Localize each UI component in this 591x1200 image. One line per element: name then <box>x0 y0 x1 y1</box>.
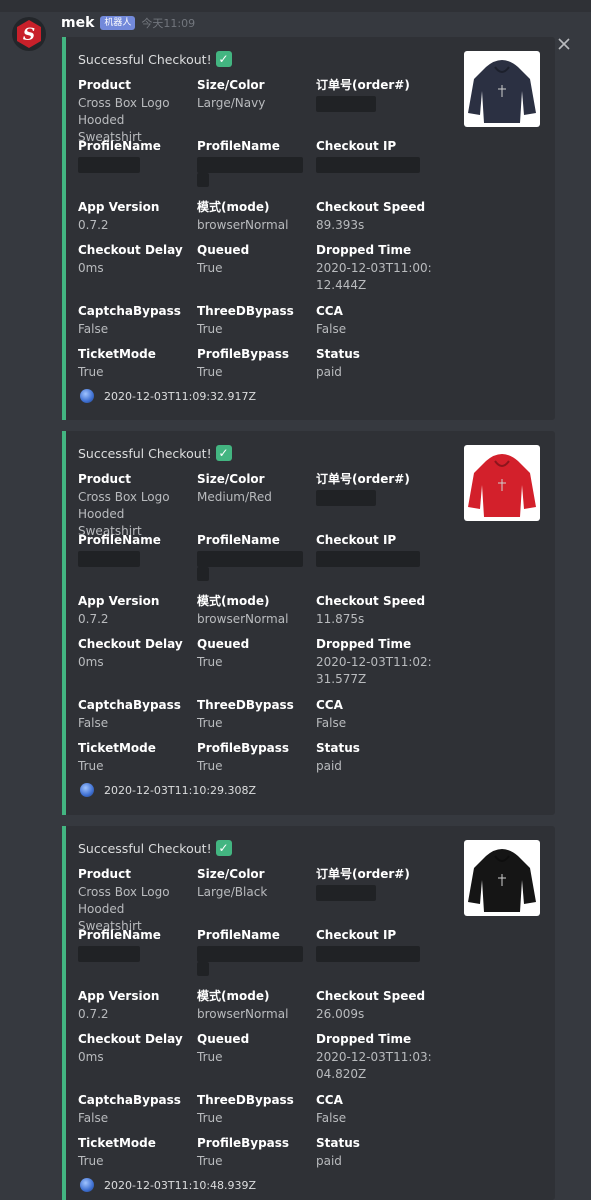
field-cca: CCA False <box>316 1093 347 1125</box>
field-size-color: Size/Color Large/Black <box>197 867 268 899</box>
redacted-profile-2b <box>197 962 209 976</box>
field-ticket-mode: TicketMode True <box>78 741 156 773</box>
embed-card: Successful Checkout! ✓ Product Cross Box… <box>62 431 555 815</box>
check-icon: ✓ <box>215 840 232 856</box>
field-dropped-time: Dropped Time 2020-12-03T11:00:12.444Z <box>316 243 432 292</box>
footer-globe-icon <box>80 389 94 403</box>
redacted-ip <box>316 157 420 173</box>
field-captcha-bypass: CaptchaBypass False <box>78 304 181 336</box>
field-status: Status paid <box>316 741 360 773</box>
field-size-color: Size/Color Medium/Red <box>197 472 272 504</box>
field-dropped-time: Dropped Time 2020-12-03T11:02:31.577Z <box>316 637 432 686</box>
check-icon: ✓ <box>215 51 232 67</box>
field-cca: CCA False <box>316 698 347 730</box>
field-queued: Queued True <box>197 243 250 275</box>
redacted-order <box>316 96 376 112</box>
field-captcha-bypass: CaptchaBypass False <box>78 1093 181 1125</box>
field-order-number: 订单号(order#) <box>316 471 428 506</box>
message-header: mek 机器人 今天11:09 <box>61 14 195 32</box>
field-queued: Queued True <box>197 637 250 669</box>
redacted-profile-2 <box>197 157 303 173</box>
field-profile-name: ProfileName <box>78 532 190 567</box>
field-product: Product Cross Box Logo Hooded Sweatshirt <box>78 867 170 933</box>
footer-globe-icon <box>80 783 94 797</box>
field-ticket-mode: TicketMode True <box>78 347 156 379</box>
field-mode: 模式(mode) browserNormal <box>197 989 289 1021</box>
redacted-profile-2 <box>197 946 303 962</box>
field-threed-bypass: ThreeDBypass True <box>197 304 294 336</box>
field-size-color: Size/Color Large/Navy <box>197 78 266 110</box>
field-profile-bypass: ProfileBypass True <box>197 347 290 379</box>
field-threed-bypass: ThreeDBypass True <box>197 698 294 730</box>
check-icon: ✓ <box>215 445 232 461</box>
field-mode: 模式(mode) browserNormal <box>197 200 289 232</box>
field-checkout-ip: Checkout IP <box>316 138 428 173</box>
field-app-version: App Version 0.7.2 <box>78 594 160 626</box>
field-status: Status paid <box>316 347 360 379</box>
redacted-profile <box>78 157 140 173</box>
field-profile-name-2: ProfileName <box>197 532 309 581</box>
bot-badge: 机器人 <box>100 16 136 30</box>
redacted-ip <box>316 551 420 567</box>
field-order-number: 订单号(order#) <box>316 77 428 112</box>
field-profile-bypass: ProfileBypass True <box>197 741 290 773</box>
field-profile-name-2: ProfileName <box>197 927 309 976</box>
field-profile-name: ProfileName <box>78 927 190 962</box>
field-captcha-bypass: CaptchaBypass False <box>78 698 181 730</box>
redacted-order <box>316 490 376 506</box>
redacted-profile-2 <box>197 551 303 567</box>
field-checkout-delay: Checkout Delay 0ms <box>78 243 183 275</box>
field-checkout-delay: Checkout Delay 0ms <box>78 1032 183 1064</box>
embed-footer: 2020-12-03T11:10:48.939Z <box>80 1178 256 1192</box>
field-dropped-time: Dropped Time 2020-12-03T11:03:04.820Z <box>316 1032 432 1081</box>
redacted-profile-2b <box>197 173 209 187</box>
author-name[interactable]: mek <box>61 15 94 31</box>
field-checkout-speed: Checkout Speed 89.393s <box>316 200 426 232</box>
field-ticket-mode: TicketMode True <box>78 1136 156 1168</box>
field-profile-name: ProfileName <box>78 138 190 173</box>
field-order-number: 订单号(order#) <box>316 866 428 901</box>
field-profile-bypass: ProfileBypass True <box>197 1136 290 1168</box>
hoodie-icon <box>468 60 536 123</box>
hoodie-icon <box>468 454 536 517</box>
field-mode: 模式(mode) browserNormal <box>197 594 289 626</box>
top-strip <box>0 0 591 12</box>
redacted-profile <box>78 946 140 962</box>
svg-text:S: S <box>23 25 35 45</box>
field-checkout-speed: Checkout Speed 11.875s <box>316 594 426 626</box>
field-queued: Queued True <box>197 1032 250 1064</box>
field-app-version: App Version 0.7.2 <box>78 200 160 232</box>
field-checkout-speed: Checkout Speed 26.009s <box>316 989 426 1021</box>
embed-footer: 2020-12-03T11:10:29.308Z <box>80 783 256 797</box>
avatar[interactable]: S <box>12 17 46 51</box>
hoodie-icon <box>468 849 536 912</box>
redacted-order <box>316 885 376 901</box>
embed-title: Successful Checkout! ✓ <box>78 840 232 856</box>
embed-card: Successful Checkout! ✓ Product Cross Box… <box>62 37 555 420</box>
embed-card: Successful Checkout! ✓ Product Cross Box… <box>62 826 555 1200</box>
product-thumbnail[interactable] <box>464 51 540 127</box>
field-app-version: App Version 0.7.2 <box>78 989 160 1021</box>
field-cca: CCA False <box>316 304 347 336</box>
supreme-logo-icon: S <box>17 20 41 48</box>
embed-title: Successful Checkout! ✓ <box>78 51 232 67</box>
embed-footer: 2020-12-03T11:09:32.917Z <box>80 389 256 403</box>
field-profile-name-2: ProfileName <box>197 138 309 187</box>
field-threed-bypass: ThreeDBypass True <box>197 1093 294 1125</box>
redacted-profile <box>78 551 140 567</box>
field-checkout-ip: Checkout IP <box>316 927 428 962</box>
field-checkout-ip: Checkout IP <box>316 532 428 567</box>
field-product: Product Cross Box Logo Hooded Sweatshirt <box>78 78 170 144</box>
redacted-ip <box>316 946 420 962</box>
redacted-profile-2b <box>197 567 209 581</box>
close-icon[interactable] <box>556 36 572 52</box>
product-thumbnail[interactable] <box>464 840 540 916</box>
product-thumbnail[interactable] <box>464 445 540 521</box>
field-status: Status paid <box>316 1136 360 1168</box>
field-product: Product Cross Box Logo Hooded Sweatshirt <box>78 472 170 538</box>
footer-globe-icon <box>80 1178 94 1192</box>
timestamp: 今天11:09 <box>141 17 196 30</box>
field-checkout-delay: Checkout Delay 0ms <box>78 637 183 669</box>
embed-title: Successful Checkout! ✓ <box>78 445 232 461</box>
